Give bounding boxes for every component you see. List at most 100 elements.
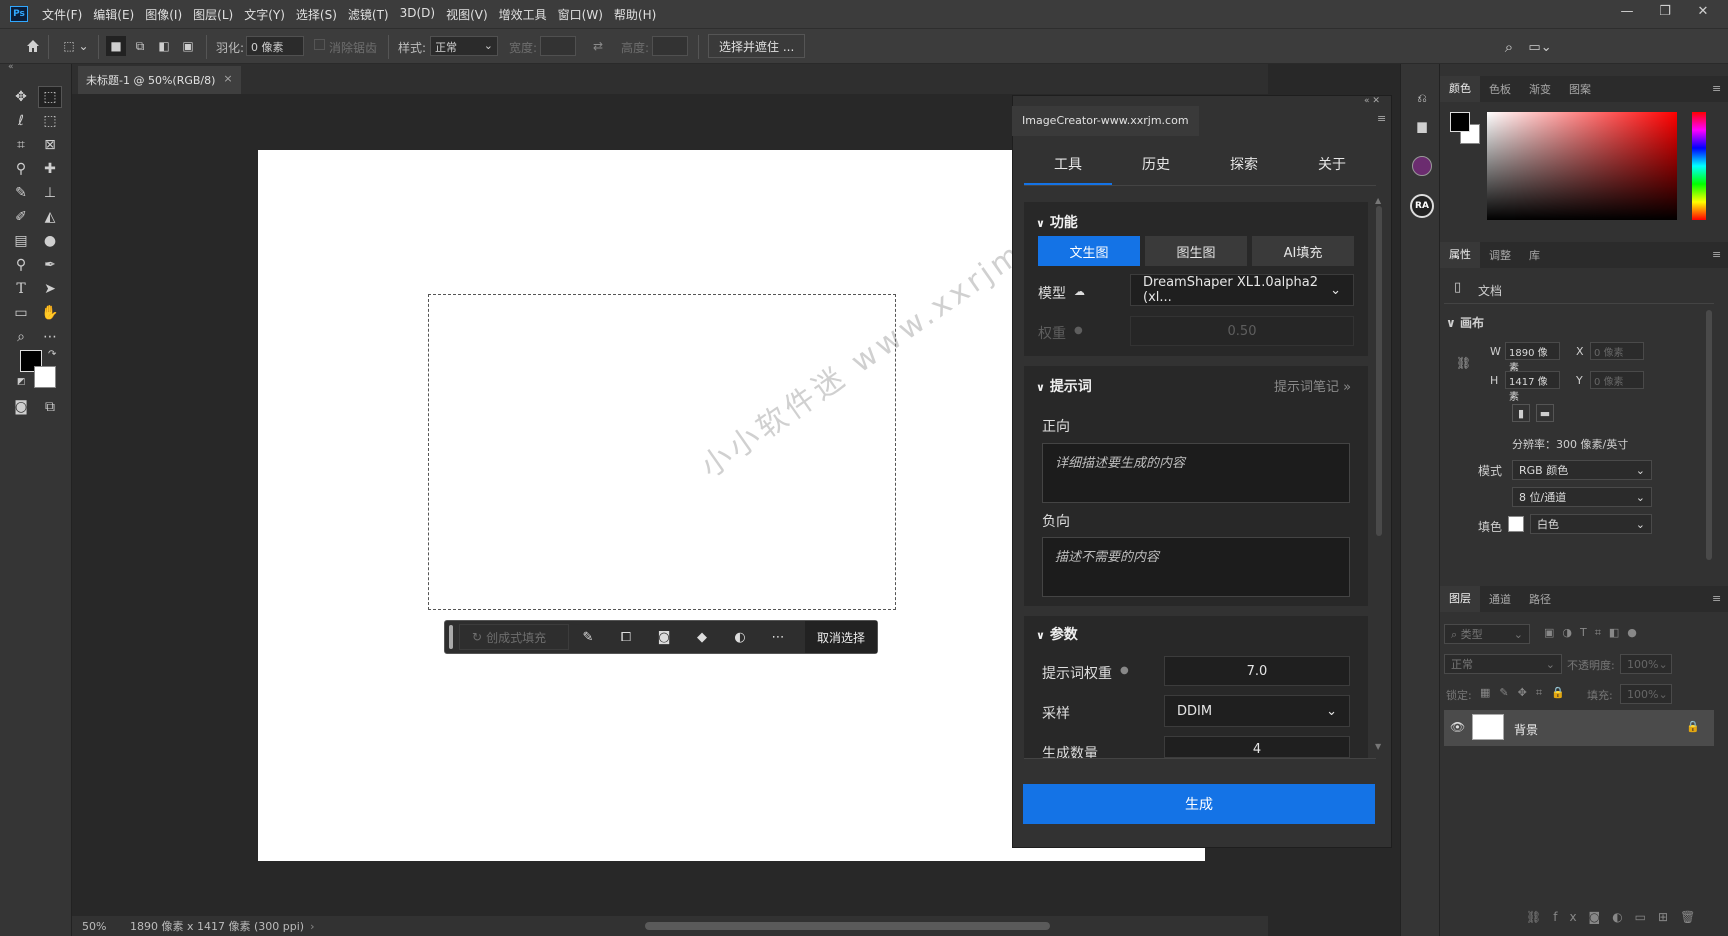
type-tool-icon[interactable]: T [9, 278, 33, 300]
image-to-image-button[interactable]: 图生图 [1145, 236, 1247, 266]
default-colors-icon[interactable]: ◩ [17, 377, 26, 387]
panel-menu-icon[interactable]: ≡ [1712, 82, 1721, 95]
mode-select[interactable]: RGB 颜色 ⌄ [1512, 460, 1652, 480]
prompt-notes-link[interactable]: 提示词笔记 » [1274, 376, 1351, 395]
clone-stamp-tool-icon[interactable]: ⊥ [38, 182, 62, 204]
layer-filter-icons[interactable]: ▣◑T⌗◧● [1544, 626, 1645, 640]
antialias-checkbox[interactable] [314, 39, 325, 50]
tab-libraries[interactable]: 库 [1520, 247, 1549, 263]
plugin-avatar-icon[interactable] [1412, 156, 1432, 176]
menu-help[interactable]: 帮助(H) [614, 6, 656, 23]
zoom-tool-icon[interactable]: ⌕ [9, 326, 33, 348]
generative-fill-button[interactable]: ↻ 创成式填充 [459, 624, 569, 650]
scroll-down-icon[interactable]: ▼ [1375, 742, 1381, 751]
fill-percent-input[interactable]: 100% ⌄ [1620, 684, 1672, 704]
subtract-selection-icon[interactable]: ◧ [154, 36, 174, 56]
link-icon[interactable]: ⛓ [1456, 356, 1471, 370]
blend-mode-select[interactable]: 正常 ⌄ [1444, 654, 1562, 674]
modify-selection-icon[interactable]: ✎ [569, 630, 607, 645]
negative-prompt-input[interactable]: 描述不需要的内容 [1042, 537, 1350, 597]
plugin-scrollbar[interactable] [1376, 206, 1382, 536]
positive-prompt-input[interactable]: 详细描述要生成的内容 [1042, 443, 1350, 503]
height-field[interactable]: 1417 像素 [1505, 371, 1560, 403]
frame-tool-icon[interactable]: ⊠ [38, 134, 62, 156]
tab-patterns[interactable]: 图案 [1560, 81, 1600, 97]
menu-select[interactable]: 选择(S) [296, 6, 337, 23]
pen-tool-icon[interactable]: ✒ [38, 254, 62, 276]
horizontal-scrollbar[interactable] [645, 922, 1050, 930]
menu-file[interactable]: 文件(F) [42, 6, 82, 23]
menu-image[interactable]: 图像(I) [145, 6, 182, 23]
tab-adjustments[interactable]: 调整 [1480, 247, 1520, 263]
params-section-title[interactable]: ∨ 参数 [1036, 624, 1078, 644]
weight-input[interactable]: 0.50 [1130, 316, 1354, 346]
fill-bucket-icon[interactable]: ◆ [683, 630, 721, 645]
tab-paths[interactable]: 路径 [1520, 591, 1560, 607]
menu-edit[interactable]: 编辑(E) [93, 6, 134, 23]
comments-panel-icon[interactable]: ▆ [1412, 116, 1432, 136]
width-field[interactable]: 1890 像素 [1505, 342, 1560, 374]
brush-tool-icon[interactable]: ✎ [9, 182, 33, 204]
bit-depth-select[interactable]: 8 位/通道 ⌄ [1512, 487, 1652, 507]
tab-history[interactable]: 历史 [1112, 146, 1200, 185]
more-tools-icon[interactable]: ⋯ [38, 326, 62, 348]
plugin-tab[interactable]: ImageCreator-www.xxrjm.com [1012, 106, 1199, 136]
color-foreground-swatch[interactable] [1450, 112, 1470, 132]
adjustment-icon[interactable]: ◐ [721, 630, 759, 645]
eraser-tool-icon[interactable]: ◭ [38, 206, 62, 228]
portrait-icon[interactable]: ▮ [1512, 404, 1530, 422]
tab-about[interactable]: 关于 [1288, 146, 1376, 185]
close-tab-icon[interactable]: × [223, 72, 232, 88]
menu-3d[interactable]: 3D(D) [400, 6, 435, 23]
generate-button[interactable]: 生成 [1023, 784, 1375, 824]
collapse-icon[interactable]: « [8, 62, 14, 72]
rectangular-marquee-tool-icon[interactable]: ⬚ [38, 86, 62, 108]
canvas-section-title[interactable]: ∨ 画布 [1446, 314, 1484, 331]
eyedropper-tool-icon[interactable]: ⚲ [9, 158, 33, 180]
color-field[interactable] [1487, 112, 1677, 220]
prompt-section-title[interactable]: ∨ 提示词 [1036, 376, 1092, 396]
tab-color[interactable]: 颜色 [1440, 76, 1480, 102]
transform-selection-icon[interactable]: ⧠ [607, 630, 645, 645]
swap-colors-icon[interactable]: ↷ [48, 349, 56, 360]
panel-menu-icon[interactable]: ≡ [1712, 592, 1721, 605]
move-tool-icon[interactable]: ✥ [9, 86, 33, 108]
plugin-menu-icon[interactable]: ≡ [1377, 112, 1386, 125]
object-selection-tool-icon[interactable]: ⬚ [38, 110, 62, 132]
add-selection-icon[interactable]: ⧉ [130, 36, 150, 56]
properties-scrollbar[interactable] [1706, 310, 1712, 560]
hue-slider[interactable] [1692, 112, 1706, 220]
mask-icon[interactable]: ◙ [645, 630, 683, 645]
marquee-preset-icon[interactable]: ⬚ ⌄ [58, 36, 94, 56]
rectangle-tool-icon[interactable]: ▭ [9, 302, 33, 324]
layer-name[interactable]: 背景 [1514, 721, 1538, 738]
lock-icons[interactable]: ▦✎✥⌗🔒 [1480, 686, 1574, 700]
height-input[interactable] [652, 36, 688, 56]
dodge-tool-icon[interactable]: ⚲ [9, 254, 33, 276]
quick-mask-icon[interactable]: ◙ [9, 396, 33, 418]
crop-tool-icon[interactable]: ⌗ [9, 134, 33, 156]
minimize-button[interactable]: — [1618, 4, 1636, 19]
layer-action-icons[interactable]: ⛓fx◙◐▭⊞🗑 [1526, 910, 1707, 924]
intersect-selection-icon[interactable]: ▣ [178, 36, 198, 56]
zoom-level[interactable]: 50% [82, 920, 120, 933]
path-selection-tool-icon[interactable]: ➤ [38, 278, 62, 300]
layer-filter-select[interactable]: ⌕ 类型 ⌄ [1444, 624, 1530, 644]
close-button[interactable]: ✕ [1694, 4, 1712, 19]
width-input[interactable] [540, 36, 576, 56]
search-icon[interactable]: ⌕ [1498, 36, 1520, 58]
menu-filter[interactable]: 滤镜(T) [348, 6, 389, 23]
status-arrow-icon[interactable]: › [310, 920, 314, 933]
visibility-eye-icon[interactable]: 👁 [1450, 720, 1465, 734]
gradient-tool-icon[interactable]: ▤ [9, 230, 33, 252]
fill-select[interactable]: 白色 ⌄ [1530, 514, 1652, 534]
home-icon[interactable] [22, 35, 44, 57]
healing-brush-tool-icon[interactable]: ✚ [38, 158, 62, 180]
tab-tools[interactable]: 工具 [1024, 146, 1112, 185]
background-color-swatch[interactable] [34, 366, 56, 388]
tab-gradients[interactable]: 渐变 [1520, 81, 1560, 97]
text-to-image-button[interactable]: 文生图 [1038, 236, 1140, 266]
feather-input[interactable]: 0 像素 [246, 36, 304, 56]
panel-collapse-icon[interactable]: « ✕ [1364, 96, 1380, 106]
swap-icon[interactable]: ⇄ [588, 37, 608, 55]
